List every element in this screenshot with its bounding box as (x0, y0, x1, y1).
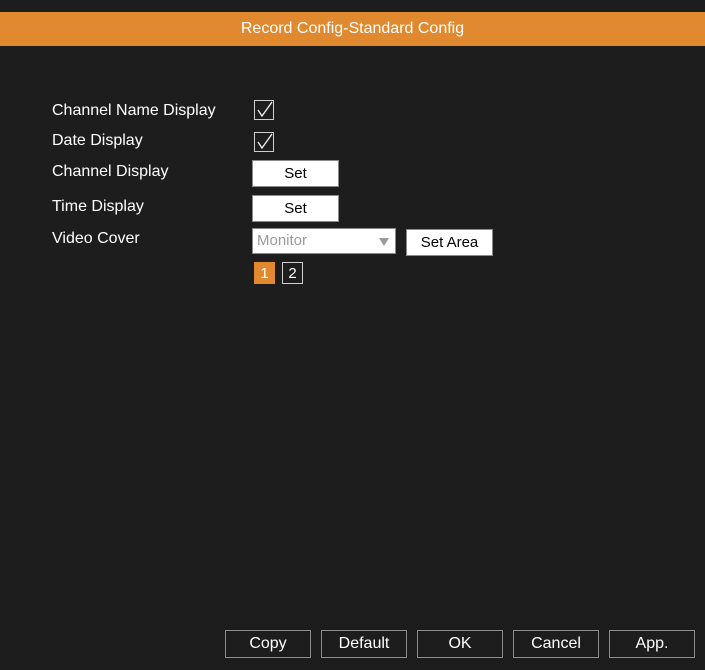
apply-button[interactable]: App. (609, 630, 695, 658)
default-button[interactable]: Default (321, 630, 407, 658)
window-title-bar: Record Config-Standard Config (0, 12, 705, 46)
dropdown-arrow-icon[interactable] (379, 238, 389, 246)
channel-name-display-label: Channel Name Display (52, 102, 216, 119)
video-cover-select[interactable]: Monitor (252, 228, 396, 254)
page-2-button[interactable]: 2 (282, 262, 303, 284)
copy-button[interactable]: Copy (225, 630, 311, 658)
window-title: Record Config-Standard Config (240, 20, 465, 37)
channel-name-display-checkbox[interactable] (254, 100, 274, 120)
set-area-button[interactable]: Set Area (406, 229, 493, 256)
channel-display-label: Channel Display (52, 163, 169, 180)
time-display-label: Time Display (52, 198, 144, 215)
cancel-button[interactable]: Cancel (513, 630, 599, 658)
video-cover-selected-value: Monitor (257, 232, 308, 249)
ok-button[interactable]: OK (417, 630, 503, 658)
date-display-label: Date Display (52, 132, 143, 149)
page-1-button[interactable]: 1 (254, 262, 275, 284)
channel-display-set-button[interactable]: Set (252, 160, 339, 187)
record-config-window: Record Config-Standard Config Channel Na… (0, 0, 705, 670)
checkmark-icon (257, 133, 273, 150)
video-cover-label: Video Cover (52, 230, 140, 247)
time-display-set-button[interactable]: Set (252, 195, 339, 222)
checkmark-icon (257, 101, 273, 118)
date-display-checkbox[interactable] (254, 132, 274, 152)
